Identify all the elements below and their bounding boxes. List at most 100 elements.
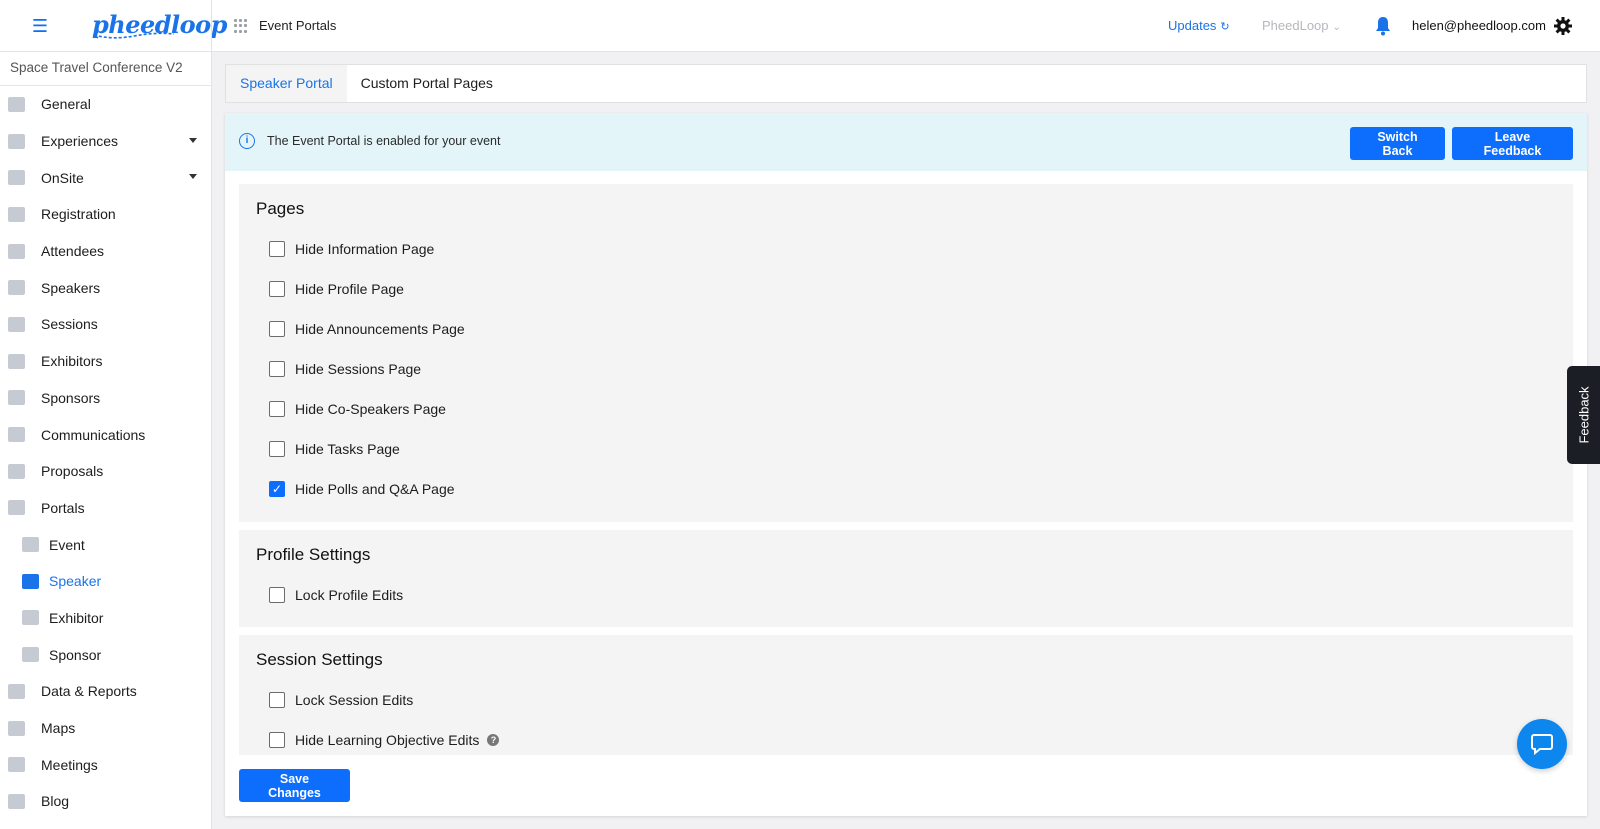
option-label[interactable]: Hide Co-Speakers Page: [295, 401, 446, 417]
breadcrumb: Event Portals: [259, 18, 337, 33]
sidebar-item-data-reports[interactable]: Data & Reports: [0, 673, 211, 710]
main-content: Speaker Portal Custom Portal Pages i The…: [225, 64, 1587, 816]
updates-link[interactable]: Updates ↻: [1168, 18, 1230, 33]
profile-section-title: Profile Settings: [256, 545, 371, 564]
sidebar-item-label: Event: [49, 536, 85, 553]
pages-section: Pages Hide Information Page Hide Profile …: [239, 184, 1573, 522]
hide-announcements-page-checkbox[interactable]: [269, 321, 285, 337]
hide-learning-objective-edits-checkbox[interactable]: [269, 732, 285, 748]
presenter-icon: [8, 280, 25, 296]
sidebar-item-event[interactable]: Event: [0, 526, 211, 563]
settings-panel: i The Event Portal is enabled for your e…: [225, 113, 1587, 816]
option-label[interactable]: Hide Tasks Page: [295, 441, 400, 457]
option-label[interactable]: Hide Announcements Page: [295, 321, 465, 337]
pheedloop-logo[interactable]: pheedloop: [92, 8, 227, 44]
hide-sessions-page-checkbox[interactable]: [269, 361, 285, 377]
sidebar-item-label: Portals: [41, 499, 85, 516]
hide-information-page-checkbox[interactable]: [269, 241, 285, 257]
info-icon: i: [239, 133, 255, 149]
gear-icon[interactable]: [1553, 16, 1573, 36]
chat-launcher-button[interactable]: [1517, 719, 1567, 769]
sidebar-item-label: Speakers: [41, 279, 101, 296]
option-label[interactable]: Hide Learning Objective Edits: [295, 732, 479, 748]
tab-custom-portal-pages[interactable]: Custom Portal Pages: [347, 65, 507, 102]
lock-profile-edits-checkbox[interactable]: [269, 587, 285, 603]
tab-speaker-portal[interactable]: Speaker Portal: [226, 65, 347, 102]
sidebar-item-exhibitor[interactable]: Exhibitor: [0, 600, 211, 637]
store-icon: [22, 610, 39, 626]
mail-icon: [8, 427, 25, 443]
sidebar-item-speaker[interactable]: Speaker: [0, 563, 211, 600]
leave-feedback-button[interactable]: Leave Feedback: [1452, 127, 1573, 160]
option-label[interactable]: Hide Information Page: [295, 241, 434, 257]
feedback-side-tab[interactable]: Feedback: [1567, 366, 1600, 464]
people-icon: [8, 243, 25, 259]
sidebar-item-label: Exhibitor: [49, 609, 104, 626]
user-email[interactable]: helen@pheedloop.com: [1412, 18, 1546, 33]
option-label[interactable]: Hide Profile Page: [295, 281, 404, 297]
bell-icon[interactable]: [1374, 16, 1392, 36]
sidebar-item-portals[interactable]: Portals: [0, 490, 211, 527]
sidebar-item-blog[interactable]: Blog: [0, 783, 211, 820]
hide-profile-page-checkbox[interactable]: [269, 281, 285, 297]
document-icon: [8, 793, 25, 809]
sidebar-item-general[interactable]: General: [0, 86, 211, 123]
option-label[interactable]: Hide Polls and Q&A Page: [295, 481, 455, 497]
caret-down-icon[interactable]: [189, 174, 197, 180]
sidebar-item-sponsor[interactable]: Sponsor: [0, 636, 211, 673]
hide-co-speakers-page-checkbox[interactable]: [269, 401, 285, 417]
save-changes-button[interactable]: Save Changes: [239, 769, 350, 802]
option-label[interactable]: Lock Profile Edits: [295, 587, 403, 603]
topbar-divider: [211, 0, 212, 52]
hide-tasks-page-checkbox[interactable]: [269, 441, 285, 457]
sidebar-item-sessions[interactable]: Sessions: [0, 306, 211, 343]
option-lock-session-edits: Lock Session Edits: [256, 680, 1556, 720]
sidebar-item-attendees[interactable]: Attendees: [0, 233, 211, 270]
sidebar-item-onsite[interactable]: OnSite: [0, 159, 211, 196]
portal-tabs: Speaker Portal Custom Portal Pages: [225, 64, 1587, 103]
organization-select[interactable]: PheedLoop ⌄: [1262, 18, 1341, 33]
sidebar-item-maps[interactable]: Maps: [0, 710, 211, 747]
apps-grid-icon[interactable]: [234, 19, 248, 33]
refresh-icon: ↻: [1220, 21, 1230, 33]
sidebar-item-sponsors[interactable]: Sponsors: [0, 380, 211, 417]
sidebar-item-label: Blog: [41, 793, 70, 810]
sidebar-item-proposals[interactable]: Proposals: [0, 453, 211, 490]
sidebar-item-label: Registration: [41, 206, 116, 223]
lock-session-edits-checkbox[interactable]: [269, 692, 285, 708]
video-icon: [22, 537, 39, 553]
screen-icon: [8, 316, 25, 332]
hamburger-icon[interactable]: ☰: [30, 16, 50, 36]
sidebar: Space Travel Conference V2 General Experi…: [0, 52, 212, 829]
hide-polls-and-q-a-page-checkbox[interactable]: ✓: [269, 481, 285, 497]
chevron-down-icon: ⌄: [1332, 22, 1341, 33]
session-settings-section: Session Settings Lock Session Edits Hide …: [239, 635, 1573, 755]
switch-back-button[interactable]: Switch Back: [1350, 127, 1445, 160]
sidebar-item-exhibitors[interactable]: Exhibitors: [0, 343, 211, 380]
profile-settings-section: Profile Settings Lock Profile Edits: [239, 530, 1573, 627]
caret-down-icon[interactable]: [189, 137, 197, 143]
sidebar-item-meetings[interactable]: Meetings: [0, 746, 211, 783]
calendar-icon: [8, 757, 25, 773]
event-name[interactable]: Space Travel Conference V2: [0, 52, 211, 86]
option-label[interactable]: Hide Sessions Page: [295, 361, 421, 377]
sidebar-item-label: OnSite: [41, 169, 84, 186]
option-hide-sessions-page: Hide Sessions Page: [256, 349, 1556, 389]
sidebar-item-label: Meetings: [41, 756, 98, 773]
option-hide-learning-objective-edits: Hide Learning Objective Edits?: [256, 720, 1556, 755]
help-icon[interactable]: ?: [487, 734, 500, 746]
sidebar-item-label: Sponsor: [49, 646, 102, 663]
badge-icon: [8, 390, 25, 406]
sidebar-item-registration[interactable]: Registration: [0, 196, 211, 233]
printer-icon: [8, 170, 25, 186]
sidebar-item-communications[interactable]: Communications: [0, 416, 211, 453]
cart-icon: [8, 206, 25, 222]
settings-scroll-area[interactable]: Pages Hide Information Page Hide Profile …: [239, 184, 1573, 755]
option-label[interactable]: Lock Session Edits: [295, 692, 413, 708]
option-hide-co-speakers-page: Hide Co-Speakers Page: [256, 389, 1556, 429]
sidebar-item-speakers[interactable]: Speakers: [0, 269, 211, 306]
pages-section-title: Pages: [256, 199, 305, 218]
sidebar-item-experiences[interactable]: Experiences: [0, 123, 211, 160]
sidebar-item-label: Experiences: [41, 133, 119, 150]
banner-text: The Event Portal is enabled for your eve…: [267, 134, 501, 148]
